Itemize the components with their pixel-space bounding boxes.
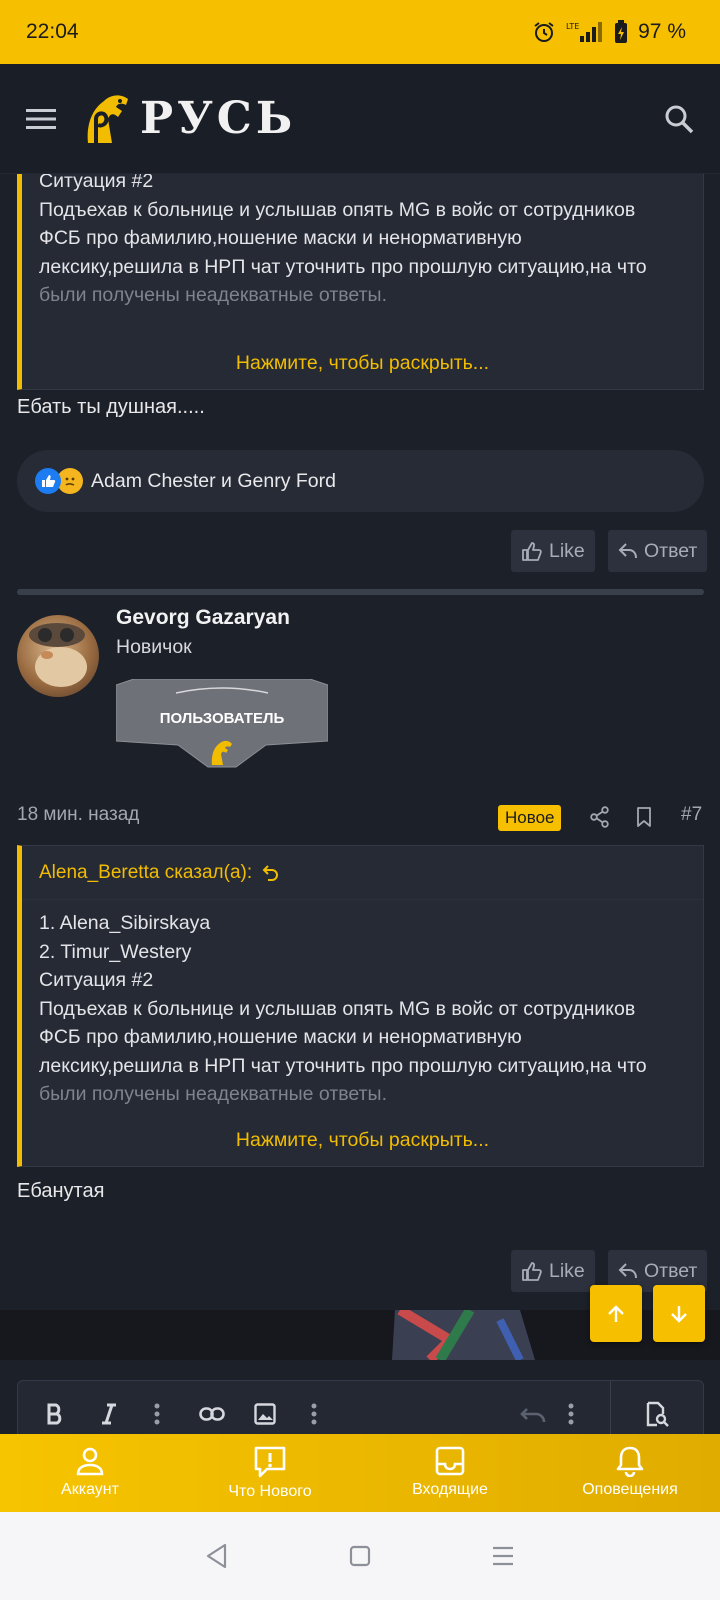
italic-icon[interactable]: [100, 1403, 118, 1425]
reply-label: Ответ: [644, 539, 698, 562]
status-bar: 22:04 LTE 97 %: [0, 0, 720, 64]
link-icon[interactable]: [199, 1407, 225, 1421]
quote-line: Подъехав к больнице и услышав опять MG в…: [39, 198, 636, 221]
post-time[interactable]: 18 мин. назад: [17, 804, 139, 826]
nav-account[interactable]: Аккаунт: [0, 1434, 180, 1499]
expand-quote-button[interactable]: Нажмите, чтобы раскрыть...: [22, 1114, 703, 1166]
post-message: Ебанутая: [17, 1180, 105, 1202]
quote-body: Ситуация #2 Подъехав к больнице и услыша…: [22, 174, 703, 310]
nav-label: Что Нового: [228, 1483, 312, 1500]
like-label: Like: [549, 539, 585, 562]
quote-line: Ситуация #2: [39, 969, 154, 991]
preview-icon[interactable]: [644, 1401, 670, 1427]
status-indicators: LTE 97 %: [532, 20, 686, 44]
avatar-image: [29, 623, 87, 687]
nav-whats-new[interactable]: Что Нового: [180, 1434, 360, 1501]
bold-icon[interactable]: [46, 1403, 64, 1425]
quote-line: лексику,решила в НРП чат уточнить про пр…: [39, 1054, 647, 1077]
user-title: Новичок: [116, 636, 192, 658]
thumbs-up-icon: [522, 542, 542, 561]
thumbs-up-icon: [522, 1262, 542, 1281]
thread-content[interactable]: Ситуация #2 Подъехав к больнице и услыша…: [0, 174, 720, 1310]
arrow-down-icon: [671, 1305, 687, 1323]
more-options-icon[interactable]: [311, 1403, 317, 1425]
expand-quote-button[interactable]: Нажмите, чтобы раскрыть...: [22, 337, 703, 389]
quote-line: ФСБ про фамилию,ношение маски и ненормат…: [39, 1026, 522, 1048]
reply-label: Ответ: [644, 1259, 698, 1282]
system-navigation: [0, 1512, 720, 1600]
user-banner: ПОЛЬЗОВАТЕЛЬ: [115, 678, 329, 774]
bookmark-icon[interactable]: [636, 806, 652, 828]
reactions-bar[interactable]: Adam Chester и Genry Ford: [17, 450, 704, 512]
more-options-icon[interactable]: [568, 1403, 574, 1425]
home-icon[interactable]: [349, 1545, 371, 1567]
reaction-icons: [35, 468, 83, 494]
jump-to-quote-icon[interactable]: [262, 864, 280, 882]
signal-icon: LTE: [566, 22, 603, 42]
nav-label: Входящие: [412, 1481, 488, 1498]
reply-icon: [618, 543, 637, 559]
alarm-icon: [534, 22, 554, 42]
app-header: РУСЬ: [0, 64, 720, 174]
search-icon[interactable]: [664, 104, 694, 134]
quote-line: 1. Alena_Sibirskaya: [39, 912, 211, 934]
quote-line: 2. Timur_Westery: [39, 940, 192, 963]
new-badge: Новое: [498, 805, 562, 831]
battery-level: 97 %: [638, 20, 686, 43]
scroll-up-button[interactable]: [590, 1285, 642, 1342]
avatar[interactable]: [17, 615, 99, 697]
battery-icon: [615, 20, 628, 43]
reply-icon: [618, 1263, 637, 1279]
inbox-icon: [435, 1446, 465, 1476]
quote-body: 1. Alena_Sibirskaya 2. Timur_Westery Сит…: [22, 900, 703, 1109]
quote-line: лексику,решила в НРП чат уточнить про пр…: [39, 255, 647, 278]
share-icon[interactable]: [590, 806, 610, 828]
post-divider: [17, 589, 704, 595]
reply-editor[interactable]: [17, 1380, 704, 1441]
whats-new-icon: [254, 1446, 286, 1478]
quote-line: Ситуация #2: [39, 174, 154, 192]
scroll-down-button[interactable]: [653, 1285, 705, 1342]
post-message: Ебать ты душная.....: [17, 396, 205, 418]
bell-icon: [616, 1446, 644, 1477]
quote-author[interactable]: Alena_Beretta сказал(а):: [39, 862, 252, 884]
bottom-navigation: Аккаунт Что Нового Входящие Оповещения: [0, 1434, 720, 1512]
like-button[interactable]: Like: [511, 530, 595, 572]
quote-line: были получены неадекватные ответы.: [39, 284, 387, 306]
recents-icon[interactable]: [491, 1546, 515, 1566]
quote-line: ФСБ про фамилию,ношение маски и ненормат…: [39, 227, 522, 249]
like-button[interactable]: Like: [511, 1250, 595, 1292]
logo-text: РУСЬ: [140, 93, 297, 144]
like-label: Like: [549, 1259, 585, 1282]
like-reaction-icon: [35, 468, 61, 494]
post-number[interactable]: #7: [681, 804, 702, 826]
horse-logo-icon: [87, 94, 128, 143]
user-icon: [76, 1447, 104, 1476]
menu-icon[interactable]: [26, 107, 56, 131]
site-logo[interactable]: РУСЬ: [82, 89, 296, 149]
quote-header[interactable]: Alena_Beretta сказал(а):: [22, 846, 703, 900]
reply-button[interactable]: Ответ: [608, 530, 708, 572]
image-icon[interactable]: [254, 1403, 276, 1425]
status-time: 22:04: [26, 20, 79, 43]
nav-inbox[interactable]: Входящие: [360, 1434, 540, 1499]
nav-label: Аккаунт: [61, 1481, 119, 1498]
post-author[interactable]: Gevorg Gazaryan: [116, 606, 290, 630]
back-icon[interactable]: [205, 1543, 229, 1569]
nav-label: Оповещения: [582, 1481, 678, 1498]
reactions-users[interactable]: Adam Chester и Genry Ford: [91, 470, 336, 493]
nav-alerts[interactable]: Оповещения: [540, 1434, 720, 1499]
signal-lte-label: LTE: [566, 22, 579, 31]
undo-icon[interactable]: [520, 1407, 546, 1423]
quote-line: были получены неадекватные ответы.: [39, 1083, 387, 1105]
quote-line: Подъехав к больнице и услышав опять MG в…: [39, 997, 636, 1020]
quote-block: Ситуация #2 Подъехав к больнице и услыша…: [17, 174, 704, 390]
quote-block: Alena_Beretta сказал(а): 1. Alena_Sibirs…: [17, 845, 704, 1167]
arrow-up-icon: [608, 1304, 624, 1322]
more-options-icon[interactable]: [154, 1403, 160, 1425]
banner-label: ПОЛЬЗОВАТЕЛЬ: [160, 710, 285, 727]
toolbar-separator: [610, 1381, 611, 1441]
